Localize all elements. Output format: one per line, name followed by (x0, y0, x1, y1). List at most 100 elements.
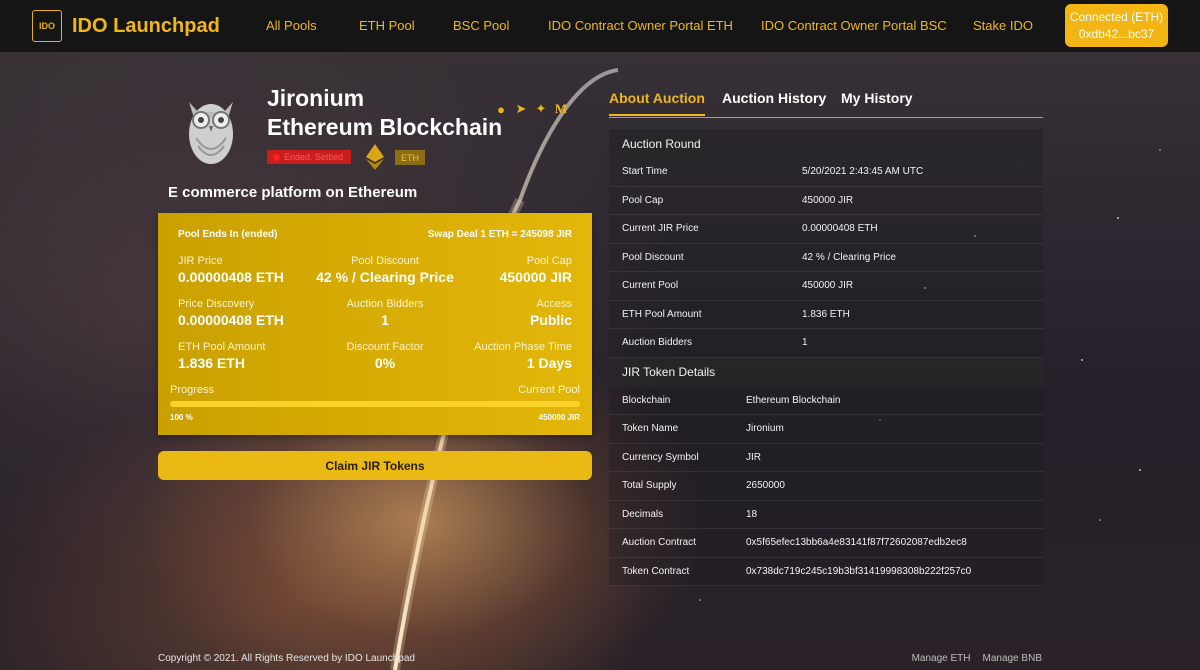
network-badge: ETH (395, 150, 425, 165)
project-chain: Ethereum Blockchain (267, 114, 503, 140)
stat-access: Access Public (530, 298, 572, 328)
pool-summary-card: Pool Ends In (ended) Swap Deal 1 ETH = 2… (158, 213, 592, 435)
table-row: Pool Discount 42 % / Clearing Price (609, 244, 1043, 272)
nav-stake-ido[interactable]: Stake IDO (973, 18, 1033, 33)
row-value: JIR (746, 451, 761, 463)
about-auction-panel: Auction Round Start Time 5/20/2021 2:43:4… (609, 129, 1043, 586)
claim-tokens-button[interactable]: Claim JIR Tokens (158, 451, 592, 480)
row-key: Blockchain (622, 394, 671, 406)
row-value: 450000 JIR (802, 280, 854, 292)
row-value: 42 % / Clearing Price (802, 251, 896, 263)
progress-fill (170, 401, 580, 407)
progress-bar (170, 401, 580, 407)
stat-label: Auction Bidders (346, 298, 424, 310)
stat-value: 0.00000408 ETH (178, 269, 284, 285)
swap-deal-label: Swap Deal 1 ETH = 245098 JIR (427, 229, 572, 240)
wallet-address: 0xdb42...bc37 (1078, 26, 1155, 41)
stat-label: JIR Price (178, 255, 223, 267)
table-row: ETH Pool Amount 1.836 ETH (609, 301, 1043, 329)
stat-value: 42 % / Clearing Price (316, 269, 454, 285)
stat-discount-factor: Discount Factor 0% (285, 341, 485, 371)
medium-icon[interactable]: M (554, 101, 568, 117)
row-key: Total Supply (622, 480, 677, 492)
nav-owner-portal-bsc[interactable]: IDO Contract Owner Portal BSC (761, 18, 947, 33)
stat-auction-bidders: Auction Bidders 1 (285, 298, 485, 328)
telegram-icon[interactable]: ➤ (514, 101, 528, 117)
nav-eth-pool[interactable]: ETH Pool (359, 18, 415, 33)
row-key: Token Contract (622, 565, 690, 577)
top-navbar: IDO IDO Launchpad All Pools ETH Pool BSC… (0, 0, 1200, 52)
logo-icon: IDO (32, 10, 62, 42)
tab-auction-history[interactable]: Auction History (722, 90, 826, 114)
table-row: Current JIR Price 0.00000408 ETH (609, 215, 1043, 244)
nav-bsc-pool[interactable]: BSC Pool (453, 18, 509, 33)
status-dot-icon (273, 153, 280, 161)
social-links: ● ➤ ✦ M (494, 101, 568, 117)
current-pool-value: 450000 JIR (538, 413, 580, 422)
table-row: Total Supply 2650000 (609, 472, 1043, 501)
row-value: Jironium (746, 423, 784, 435)
nav-all-pools[interactable]: All Pools (266, 18, 317, 33)
table-row: Auction Bidders 1 (609, 329, 1043, 358)
ethereum-icon (366, 144, 384, 170)
project-logo-owl-icon (189, 102, 233, 164)
auction-round-table: Start Time 5/20/2021 2:43:45 AM UTC Pool C… (609, 158, 1043, 358)
row-value: 1.836 ETH (802, 308, 850, 320)
globe-icon[interactable]: ● (494, 101, 508, 117)
twitter-icon[interactable]: ✦ (534, 101, 548, 117)
project-name: Jironium (267, 85, 365, 111)
row-value: 5/20/2021 2:43:45 AM UTC (802, 166, 924, 178)
status-text: Ended. Settled (284, 152, 344, 162)
table-row: Start Time 5/20/2021 2:43:45 AM UTC (609, 158, 1043, 187)
row-value: 2650000 (746, 480, 785, 492)
row-value: 0.00000408 ETH (802, 223, 878, 235)
row-key: ETH Pool Amount (622, 308, 702, 320)
stat-value: 450000 JIR (499, 269, 572, 285)
stat-pool-discount: Pool Discount 42 % / Clearing Price (285, 255, 485, 285)
connected-wallet-button[interactable]: Connected (ETH) 0xdb42...bc37 (1065, 4, 1168, 47)
row-key: Auction Bidders (622, 337, 693, 349)
tab-my-history[interactable]: My History (841, 90, 913, 114)
row-value: Ethereum Blockchain (746, 394, 841, 406)
status-badge: Ended. Settled (267, 150, 352, 164)
footer-links: Manage ETH Manage BNB (912, 653, 1042, 664)
progress-percent: 100 % (170, 413, 193, 422)
stat-label: Auction Phase Time (474, 341, 572, 353)
table-row: Auction Contract 0x5f65efec13bb6a4e83141f… (609, 529, 1043, 558)
table-row: Pool Cap 450000 JIR (609, 187, 1043, 215)
row-key: Current Pool (622, 280, 679, 292)
row-value: 0x5f65efec13bb6a4e83141f87f72602087edb2e… (746, 537, 967, 549)
stat-label: Pool Cap (526, 255, 572, 267)
table-row: Decimals 18 (609, 501, 1043, 529)
stat-auction-phase-time: Auction Phase Time 1 Days (474, 341, 572, 371)
current-pool-label: Current Pool (518, 384, 580, 396)
stat-value: Public (529, 312, 572, 328)
stat-label: Access (536, 298, 572, 310)
auction-tabs: About Auction Auction History My History (609, 90, 1043, 118)
stat-label: Price Discovery (178, 298, 255, 310)
logo-text: IDO Launchpad (72, 14, 220, 37)
row-value: 0x738dc719c245c19b3bf31419998308b222f257… (746, 565, 972, 577)
tab-about-auction[interactable]: About Auction (609, 90, 705, 116)
token-details-header: JIR Token Details (609, 357, 1043, 387)
table-row: Currency Symbol JIR (609, 444, 1043, 472)
row-value: 450000 JIR (802, 194, 854, 206)
project-title: Jironium Ethereum Blockchain (267, 84, 502, 142)
table-row: Token Contract 0x738dc719c245c19b3bf31419… (609, 558, 1043, 586)
logo[interactable]: IDO IDO Launchpad (32, 10, 220, 42)
row-key: Current JIR Price (622, 223, 699, 235)
progress-label: Progress (170, 384, 215, 396)
stat-value: 0.00000408 ETH (178, 312, 284, 328)
stat-value: 1.836 ETH (178, 355, 245, 371)
table-row: Blockchain Ethereum Blockchain (609, 387, 1043, 415)
row-key: Decimals (622, 508, 664, 520)
nav-owner-portal-eth[interactable]: IDO Contract Owner Portal ETH (548, 18, 733, 33)
manage-bnb-link[interactable]: Manage BNB (983, 653, 1042, 664)
footer-copyright: Copyright © 2021. All Rights Reserved by… (158, 653, 415, 664)
token-details-table: Blockchain Ethereum Blockchain Token Name J… (609, 386, 1043, 586)
connected-label: Connected (ETH) (1069, 9, 1164, 24)
row-key: Pool Discount (622, 251, 684, 263)
manage-eth-link[interactable]: Manage ETH (912, 653, 971, 664)
row-value: 18 (746, 508, 758, 520)
auction-round-header: Auction Round (609, 129, 1043, 158)
